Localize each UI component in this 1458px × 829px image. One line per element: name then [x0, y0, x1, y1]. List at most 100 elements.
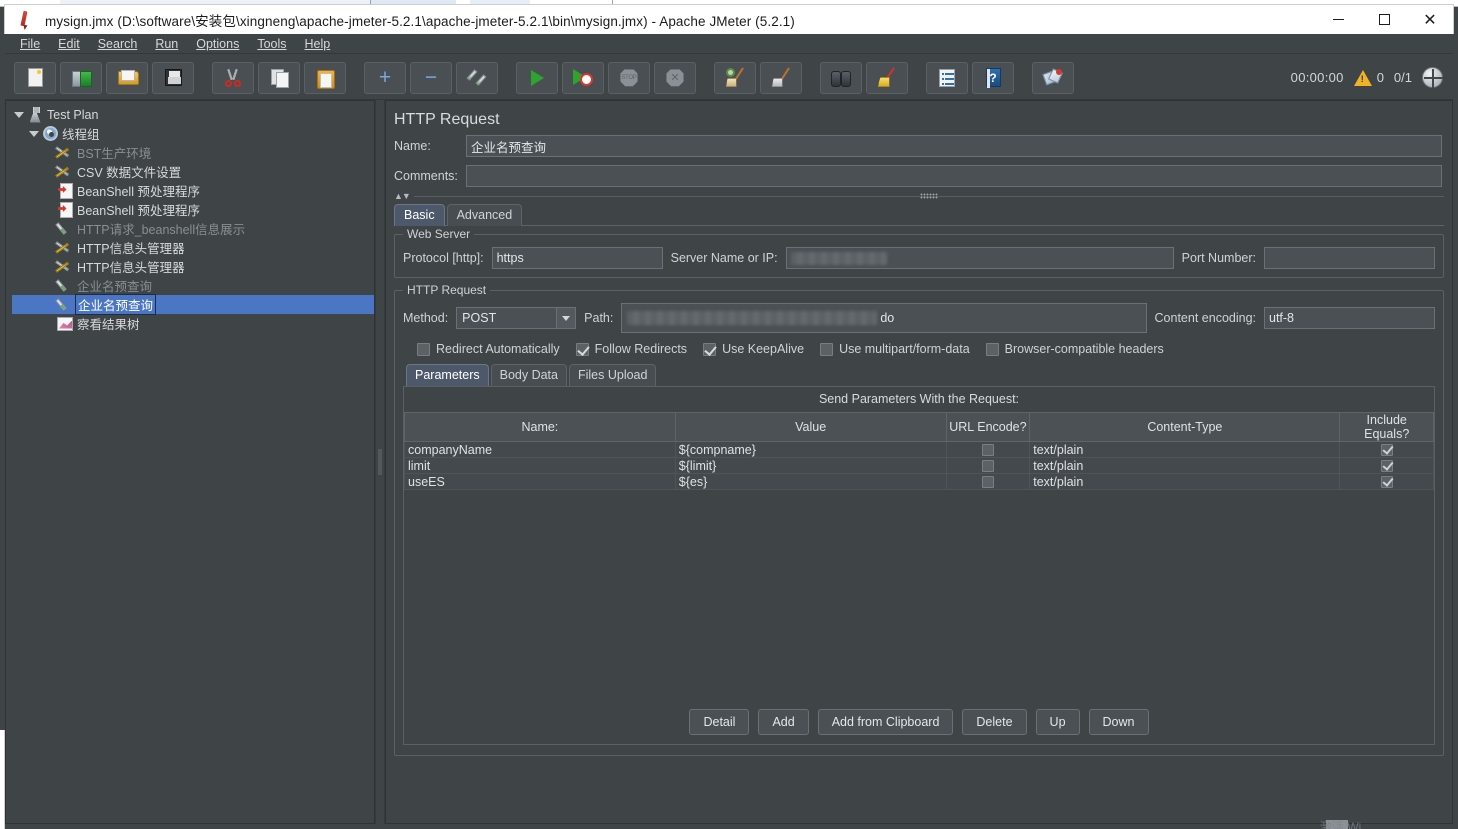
comments-input[interactable] — [466, 165, 1442, 187]
warning-status[interactable]: 0 — [1353, 69, 1384, 86]
undo-redo-button[interactable] — [1032, 61, 1074, 94]
templates-button[interactable] — [60, 61, 102, 94]
chevron-down-icon[interactable] — [12, 111, 25, 118]
down-button[interactable]: Down — [1088, 709, 1149, 735]
tab-basic[interactable]: Basic — [394, 204, 445, 226]
option-checkbox-2[interactable]: Use KeepAlive — [703, 342, 804, 356]
cell-include-equals[interactable] — [1339, 457, 1434, 474]
tab-files-upload[interactable]: Files Upload — [568, 364, 657, 386]
cell-include-equals[interactable] — [1339, 473, 1434, 490]
stop-button[interactable]: STOP — [608, 61, 650, 94]
reset-search-button[interactable] — [866, 61, 908, 94]
maximize-button[interactable] — [1361, 5, 1407, 35]
tree-item-1[interactable]: 线程组 — [12, 124, 374, 143]
new-button[interactable] — [14, 61, 56, 94]
menu-help[interactable]: Help — [296, 35, 340, 53]
column-header-4[interactable]: Include Equals? — [1339, 412, 1434, 442]
tab-parameters[interactable]: Parameters — [406, 364, 489, 386]
cell-url-encode[interactable] — [945, 457, 1031, 474]
function-helper-button[interactable] — [926, 61, 968, 94]
checkbox-unchecked-icon[interactable] — [981, 460, 994, 473]
start-button[interactable] — [516, 61, 558, 94]
option-checkbox-3[interactable]: Use multipart/form-data — [820, 342, 970, 356]
delete-button[interactable]: Delete — [962, 709, 1027, 735]
column-header-0[interactable]: Name: — [404, 412, 676, 442]
tree-item-2[interactable]: BST生产环境 — [12, 143, 374, 162]
content-encoding-input[interactable] — [1264, 307, 1435, 329]
collapse-all-button[interactable]: − — [410, 61, 452, 94]
collapse-arrows-icon[interactable]: ▲▼ — [394, 191, 411, 201]
tab-body-data[interactable]: Body Data — [490, 364, 567, 386]
add-from-clipboard-button[interactable]: Add from Clipboard — [817, 709, 954, 735]
cut-button[interactable] — [212, 61, 254, 94]
checkbox-checked-icon[interactable] — [1380, 444, 1393, 457]
toggle-button[interactable] — [456, 61, 498, 94]
cell-param-name[interactable]: companyName — [404, 441, 676, 458]
method-select[interactable]: POST — [456, 307, 577, 329]
cell-url-encode[interactable] — [945, 473, 1031, 490]
option-checkbox-1[interactable]: Follow Redirects — [575, 342, 687, 356]
menu-file[interactable]: File — [11, 35, 49, 53]
cell-param-value[interactable]: ${limit} — [674, 457, 947, 474]
checkbox-unchecked-icon[interactable] — [981, 476, 994, 489]
cell-param-value[interactable]: ${es} — [674, 473, 947, 490]
checkbox-checked-icon[interactable] — [1380, 460, 1393, 473]
cell-param-name[interactable]: useES — [404, 473, 676, 490]
cell-param-value[interactable]: ${compname} — [674, 441, 947, 458]
tree-item-9[interactable]: 企业名预查询 — [12, 276, 374, 295]
clear-button[interactable] — [714, 61, 756, 94]
chevron-down-icon[interactable] — [27, 130, 40, 137]
table-row[interactable]: useES ${es} text/plain — [404, 473, 1434, 490]
menu-options[interactable]: Options — [187, 35, 248, 53]
up-button[interactable]: Up — [1035, 709, 1080, 735]
test-plan-tree[interactable]: Test Plan 线程组 BST生产环境 CSV 数据文件设置 BeanShell 预… — [5, 100, 375, 824]
cell-include-equals[interactable] — [1339, 441, 1434, 458]
clear-all-button[interactable] — [760, 61, 802, 94]
server-input[interactable] — [785, 247, 1174, 269]
paste-button[interactable] — [304, 61, 346, 94]
path-input[interactable]: do — [621, 303, 1147, 333]
menu-tools[interactable]: Tools — [248, 35, 295, 53]
expand-all-button[interactable]: + — [364, 61, 406, 94]
protocol-input[interactable] — [491, 247, 663, 269]
tree-item-8[interactable]: HTTP信息头管理器 — [12, 257, 374, 276]
cell-content-type[interactable]: text/plain — [1029, 473, 1341, 490]
start-no-pauses-button[interactable] — [562, 61, 604, 94]
port-input[interactable] — [1264, 247, 1435, 269]
search-button[interactable] — [820, 61, 862, 94]
add-button[interactable]: Add — [758, 709, 809, 735]
save-button[interactable] — [152, 61, 194, 94]
globe-icon[interactable] — [1422, 67, 1443, 88]
menu-edit[interactable]: Edit — [49, 35, 89, 53]
shutdown-button[interactable]: ✕ — [654, 61, 696, 94]
checkbox-unchecked-icon[interactable] — [981, 444, 994, 457]
tree-item-3[interactable]: CSV 数据文件设置 — [12, 162, 374, 181]
checkbox-checked-icon[interactable] — [1380, 476, 1393, 489]
option-checkbox-4[interactable]: Browser-compatible headers — [985, 342, 1164, 356]
tree-item-7[interactable]: HTTP信息头管理器 — [12, 238, 374, 257]
tree-item-0[interactable]: Test Plan — [12, 105, 374, 124]
tree-item-10[interactable]: 企业名预查询 — [12, 294, 374, 315]
name-input[interactable] — [466, 135, 1442, 157]
column-header-3[interactable]: Content-Type — [1029, 412, 1341, 442]
column-header-2[interactable]: URL Encode? — [945, 412, 1031, 442]
cell-content-type[interactable]: text/plain — [1029, 457, 1341, 474]
option-checkbox-0[interactable]: Redirect Automatically — [417, 342, 560, 356]
cell-content-type[interactable]: text/plain — [1029, 441, 1341, 458]
column-header-1[interactable]: Value — [674, 412, 947, 442]
panel-splitter[interactable] — [375, 100, 385, 824]
tree-item-4[interactable]: BeanShell 预处理程序 — [12, 181, 374, 200]
tree-item-5[interactable]: BeanShell 预处理程序 — [12, 200, 374, 219]
menu-search[interactable]: Search — [89, 35, 147, 53]
cell-url-encode[interactable] — [945, 441, 1031, 458]
tab-advanced[interactable]: Advanced — [446, 204, 523, 226]
collapse-bar[interactable]: ▲▼ — [386, 187, 1452, 201]
menu-run[interactable]: Run — [146, 35, 187, 53]
minimize-button[interactable] — [1315, 5, 1361, 35]
copy-button[interactable] — [258, 61, 300, 94]
tree-item-6[interactable]: HTTP请求_beanshell信息展示 — [12, 219, 374, 238]
tree-item-11[interactable]: 察看结果树 — [12, 314, 374, 333]
parameters-table[interactable]: Name: Value URL Encode? Content-Type Include… — [404, 412, 1434, 490]
chevron-down-icon[interactable] — [556, 308, 576, 328]
table-row[interactable]: limit ${limit} text/plain — [404, 457, 1434, 474]
